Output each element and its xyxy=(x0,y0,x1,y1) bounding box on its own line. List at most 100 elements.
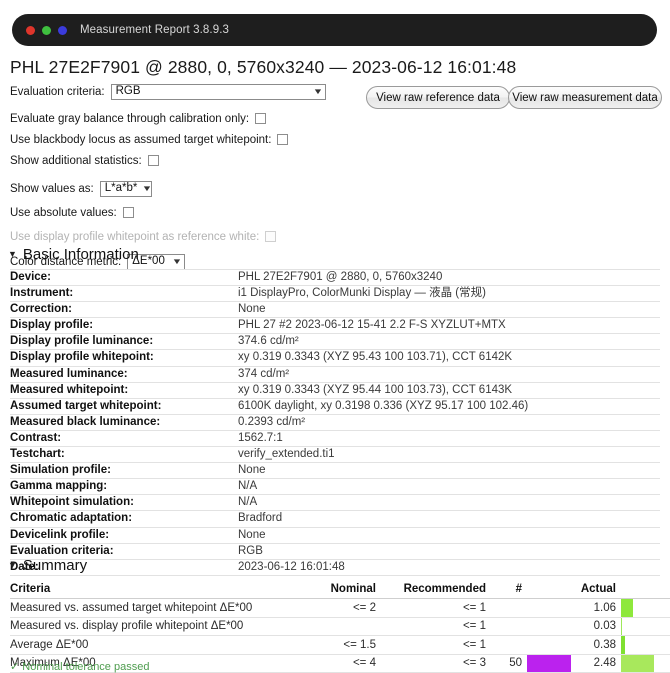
summary-count xyxy=(486,635,522,655)
summary-gauge-nominal xyxy=(522,635,570,655)
info-key: Testchart: xyxy=(10,446,238,464)
summary-nominal xyxy=(298,617,376,636)
gauge-track xyxy=(522,599,570,617)
show-additional-statistics-label: Show additional statistics: xyxy=(10,154,142,167)
info-key: Instrument: xyxy=(10,285,238,303)
summary-nominal: <= 2 xyxy=(298,598,376,618)
summary-result xyxy=(660,617,670,636)
info-value: PHL 27E2F7901 @ 2880, 0, 5760x3240 xyxy=(238,268,660,287)
use-display-profile-whitepoint-label: Use display profile whitepoint as refere… xyxy=(10,230,260,243)
gauge-track xyxy=(616,617,660,635)
view-raw-measurement-data-button[interactable]: View raw measurement data xyxy=(508,86,662,109)
summary-actual: 0.38 xyxy=(570,635,616,655)
basic-information-title: Basic Information xyxy=(22,246,139,263)
table-row: Simulation profile: None xyxy=(10,462,660,480)
table-row: Correction: None xyxy=(10,301,660,319)
table-row: Display profile: PHL 27 #2 2023-06-12 15-… xyxy=(10,317,660,335)
info-value: None xyxy=(238,462,660,480)
summary-col-result: Result xyxy=(660,580,670,599)
close-window-icon[interactable] xyxy=(26,25,35,35)
table-row: Assumed target whitepoint: 6100K daylight… xyxy=(10,398,660,415)
summary-criteria: Average ΔE*00 xyxy=(10,635,298,655)
info-key: Display profile whitepoint: xyxy=(10,349,238,367)
gauge-bar xyxy=(621,617,622,635)
evaluate-gray-balance-label: Evaluate gray balance through calibratio… xyxy=(10,112,250,125)
info-key: Assumed target whitepoint: xyxy=(10,398,238,415)
info-key: Measured whitepoint: xyxy=(10,382,238,399)
chevron-down-icon: ▼ xyxy=(171,256,183,266)
summary-header-row: Criteria Nominal Recommended # Actual Re… xyxy=(10,580,670,599)
window-title: Measurement Report 3.8.9.3 xyxy=(80,24,229,36)
report-options: Evaluation criteria: RGB ▼ Evaluate gray… xyxy=(10,81,660,272)
summary-criteria: Measured vs. display profile whitepoint … xyxy=(10,617,298,636)
table-row: Measured vs. assumed target whitepoint Δ… xyxy=(10,598,670,618)
info-key: Contrast: xyxy=(10,430,238,448)
use-display-profile-whitepoint-checkbox xyxy=(265,231,277,242)
summary-col-nominal: Nominal xyxy=(298,580,376,599)
table-row: Chromatic adaptation: Bradford xyxy=(10,510,660,528)
summary-col-criteria: Criteria xyxy=(10,580,298,599)
summary-section-header[interactable]: ▼ Summary xyxy=(8,557,87,574)
summary-count xyxy=(486,617,522,636)
info-value: Bradford xyxy=(238,510,660,528)
info-key: Measured luminance: xyxy=(10,366,238,383)
basic-information-section-header[interactable]: ▼ Basic Information xyxy=(8,246,139,263)
info-key: Display profile luminance: xyxy=(10,333,238,351)
info-key: Gamma mapping: xyxy=(10,478,238,496)
info-value: 0.2393 cd/m² xyxy=(238,414,660,431)
window-titlebar[interactable]: Measurement Report 3.8.9.3 xyxy=(12,14,657,46)
info-value: xy 0.319 0.3343 (XYZ 95.43 100 103.71), … xyxy=(238,349,660,367)
table-row: Testchart: verify_extended.ti1 xyxy=(10,446,660,464)
option-row-show-additional-statistics: Show additional statistics: xyxy=(10,150,660,171)
info-key: Devicelink profile: xyxy=(10,527,238,544)
table-row: Display profile luminance: 374.6 cd/m² xyxy=(10,333,660,351)
info-key: Simulation profile: xyxy=(10,462,238,480)
summary-gauge-actual xyxy=(616,617,660,636)
evaluation-criteria-value: RGB xyxy=(115,84,141,97)
summary-result: OK ✓ xyxy=(660,598,670,618)
gauge-track xyxy=(522,636,570,654)
nominal-tolerance-footnote: ✓ Nominal tolerance passed xyxy=(10,661,150,673)
show-additional-statistics-checkbox[interactable] xyxy=(147,155,159,166)
info-value: None xyxy=(238,527,660,544)
table-row: Display profile whitepoint: xy 0.319 0.33… xyxy=(10,349,660,367)
summary-actual: 0.03 xyxy=(570,617,616,636)
option-row-show-values-as: Show values as: L*a*b* ▼ xyxy=(10,178,660,199)
summary-actual: 1.06 xyxy=(570,598,616,618)
summary-count xyxy=(486,598,522,618)
option-row-use-absolute-values: Use absolute values: xyxy=(10,202,660,223)
info-value: 6100K daylight, xy 0.3198 0.336 (XYZ 95.… xyxy=(238,398,660,415)
minimize-window-icon[interactable] xyxy=(42,25,51,35)
use-absolute-values-label: Use absolute values: xyxy=(10,206,117,219)
use-blackbody-locus-checkbox[interactable] xyxy=(277,134,289,145)
evaluation-criteria-select[interactable]: RGB ▼ xyxy=(110,83,326,100)
info-value: RGB xyxy=(238,543,660,560)
show-values-as-select[interactable]: L*a*b* ▼ xyxy=(99,180,153,197)
summary-recommended: <= 1 xyxy=(376,598,486,618)
info-value: 374.6 cd/m² xyxy=(238,333,660,351)
summary-gauge-actual xyxy=(616,598,660,618)
summary-gauge-nominal xyxy=(522,617,570,636)
option-row-use-blackbody-locus: Use blackbody locus as assumed target wh… xyxy=(10,129,660,150)
maximize-window-icon[interactable] xyxy=(58,25,67,35)
info-key: Correction: xyxy=(10,301,238,319)
basic-information-table: Device: PHL 27E2F7901 @ 2880, 0, 5760x324… xyxy=(10,268,660,576)
table-row: Measured vs. display profile whitepoint … xyxy=(10,617,670,636)
table-row: Contrast: 1562.7:1 xyxy=(10,430,660,448)
evaluate-gray-balance-checkbox[interactable] xyxy=(255,113,267,124)
table-row: Instrument: i1 DisplayPro, ColorMunki Dis… xyxy=(10,285,660,303)
table-row: Devicelink profile: None xyxy=(10,527,660,544)
info-value: PHL 27 #2 2023-06-12 15-41 2.2 F-S XYZLU… xyxy=(238,317,660,335)
info-value: 374 cd/m² xyxy=(238,366,660,383)
gauge-track xyxy=(616,636,660,654)
info-value: 1562.7:1 xyxy=(238,430,660,448)
gauge-bar xyxy=(527,654,571,672)
summary-recommended: <= 1 xyxy=(376,617,486,636)
gauge-track xyxy=(616,654,660,672)
option-row-use-display-profile-whitepoint: Use display profile whitepoint as refere… xyxy=(10,226,660,247)
use-blackbody-locus-label: Use blackbody locus as assumed target wh… xyxy=(10,133,272,146)
window-controls[interactable] xyxy=(26,25,67,35)
view-raw-reference-data-button[interactable]: View raw reference data xyxy=(366,86,510,109)
use-absolute-values-checkbox[interactable] xyxy=(122,207,134,218)
table-row: Date: 2023-06-12 16:01:48 xyxy=(10,559,660,576)
